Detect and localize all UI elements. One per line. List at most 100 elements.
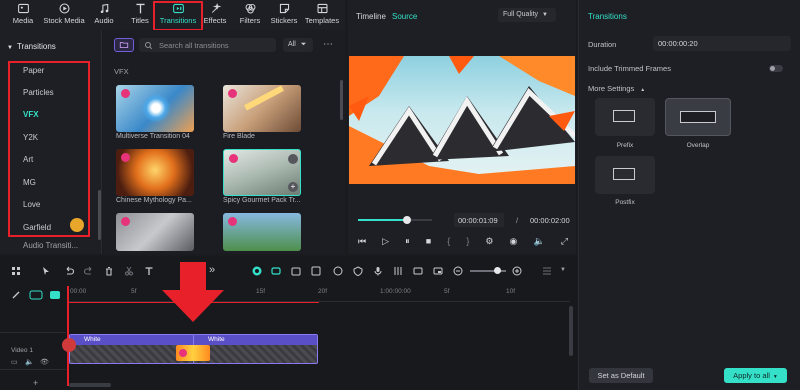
zoom-out-icon[interactable] bbox=[453, 266, 463, 276]
timeline-menu-icon[interactable]: ▼ bbox=[560, 267, 566, 273]
tab-timeline[interactable]: Timeline bbox=[356, 12, 386, 21]
text-tool-icon[interactable] bbox=[144, 266, 154, 276]
more-options-icon[interactable]: ⋯ bbox=[323, 39, 333, 50]
mode-prefix[interactable] bbox=[595, 98, 655, 136]
transition-thumb-multiverse[interactable] bbox=[116, 85, 194, 132]
search-input[interactable]: Search all transitions bbox=[139, 38, 276, 52]
quality-dropdown[interactable]: Full Quality ▼ bbox=[498, 8, 556, 22]
chevron-down-icon: ▼ bbox=[542, 12, 548, 18]
filter-icon: ⏷ bbox=[300, 41, 307, 48]
audio-mixer-icon[interactable] bbox=[393, 266, 403, 276]
tab-templates[interactable]: Templates bbox=[302, 2, 342, 29]
picture-in-picture-icon[interactable] bbox=[433, 266, 443, 276]
ai-filter-button[interactable] bbox=[114, 38, 134, 52]
fullscreen-icon[interactable]: ⤢ bbox=[561, 236, 568, 247]
tab-effects[interactable]: Effects bbox=[202, 2, 228, 29]
media-icon bbox=[17, 3, 29, 14]
scrubber-handle[interactable] bbox=[403, 216, 411, 224]
add-icon[interactable]: + bbox=[288, 182, 298, 192]
filter-dropdown[interactable]: All ⏷ bbox=[283, 38, 313, 52]
tab-titles[interactable]: Titles bbox=[126, 2, 154, 29]
sidebar-header[interactable]: ▼ Transitions bbox=[7, 42, 56, 51]
transition-thumb-5[interactable] bbox=[116, 213, 194, 251]
folder-icon bbox=[119, 42, 129, 48]
grid-scrollbar[interactable] bbox=[340, 80, 343, 120]
select-tool-icon[interactable] bbox=[41, 266, 51, 276]
redo-icon[interactable] bbox=[84, 266, 94, 276]
transitions-grid-panel: Search all transitions All ⏷ ⋯ VFX Multi… bbox=[103, 30, 345, 254]
video-frame-image bbox=[349, 56, 575, 184]
properties-panel: Transitions Duration 00:00:00:20 Include… bbox=[578, 0, 800, 390]
playhead-marker[interactable] bbox=[62, 338, 76, 352]
tab-stickers[interactable]: Stickers bbox=[268, 2, 300, 29]
stop-icon[interactable]: ■ bbox=[426, 236, 431, 247]
layout-icon[interactable] bbox=[11, 266, 21, 276]
zoom-handle[interactable] bbox=[494, 267, 501, 274]
auto-ripple-icon[interactable] bbox=[252, 266, 262, 276]
tab-media[interactable]: Media bbox=[8, 2, 38, 29]
snap-icon[interactable] bbox=[271, 266, 281, 276]
speed-icon[interactable] bbox=[333, 266, 343, 276]
microphone-icon[interactable] bbox=[373, 266, 383, 276]
track-audio-icon[interactable]: 🔈 bbox=[25, 358, 34, 366]
caret-down-icon: ▼ bbox=[7, 45, 13, 51]
video-clip-white-2[interactable]: White bbox=[193, 334, 318, 364]
timeline-panel: » ▼ 00:00 5f 10f 15f 20f 1:00:00:00 5f 1… bbox=[0, 256, 577, 390]
timeline-vertical-scrollbar[interactable] bbox=[569, 306, 573, 356]
apply-to-all-button[interactable]: Apply to all ▼ bbox=[724, 368, 787, 383]
current-time[interactable]: 00:00:01:09 bbox=[454, 213, 504, 227]
ruler-label: 5f bbox=[444, 288, 450, 295]
play-icon[interactable]: ▷ bbox=[382, 236, 389, 247]
mark-out-icon[interactable]: } bbox=[466, 236, 469, 247]
video-preview[interactable] bbox=[349, 56, 575, 184]
track-label: Video 1 bbox=[11, 347, 33, 354]
track-visibility-icon[interactable]: 👁 bbox=[40, 358, 49, 366]
download-icon[interactable] bbox=[288, 154, 298, 164]
duration-input[interactable]: 00:00:00:20 bbox=[653, 36, 791, 51]
chevron-down-icon: ▼ bbox=[772, 374, 778, 380]
transition-label: Chinese Mythology Pa... bbox=[116, 197, 192, 204]
more-settings-label[interactable]: More Settings ▲ bbox=[588, 84, 645, 93]
delete-icon[interactable] bbox=[104, 266, 114, 276]
mode-overlap[interactable] bbox=[665, 98, 731, 136]
tab-filters[interactable]: Filters bbox=[237, 2, 263, 29]
sidebar-item-audio-transitions[interactable]: Audio Transiti... bbox=[23, 241, 78, 250]
transition-thumb-spicy-gourmet[interactable]: + bbox=[223, 149, 301, 196]
transition-thumb-6[interactable] bbox=[223, 213, 301, 251]
preview-quality-icon[interactable] bbox=[413, 266, 423, 276]
set-as-default-button[interactable]: Set as Default bbox=[589, 368, 653, 383]
tab-stock-media[interactable]: Stock Media bbox=[41, 2, 87, 29]
ruler-label: 10f bbox=[506, 288, 516, 295]
undo-icon[interactable] bbox=[64, 266, 74, 276]
snapshot-icon[interactable]: ◉ bbox=[510, 236, 518, 247]
zoom-slider[interactable] bbox=[470, 267, 506, 274]
include-trimmed-label: Include Trimmed Frames bbox=[588, 64, 671, 73]
track-settings-icon[interactable] bbox=[49, 290, 61, 300]
transition-block[interactable] bbox=[176, 345, 210, 361]
mode-postfix[interactable] bbox=[595, 156, 655, 194]
track-add-icon[interactable] bbox=[29, 290, 43, 300]
pause-icon[interactable]: ⏸ bbox=[405, 236, 410, 247]
track-video-icon[interactable]: ▭ bbox=[11, 358, 18, 366]
shield-icon[interactable] bbox=[353, 266, 363, 276]
transition-thumb-fire-blade[interactable] bbox=[223, 85, 301, 132]
transition-thumb-chinese-mythology[interactable] bbox=[116, 149, 194, 196]
zoom-in-icon[interactable] bbox=[512, 266, 522, 276]
scrubber-track[interactable] bbox=[358, 216, 432, 224]
display-settings-icon[interactable]: ⚙ bbox=[485, 236, 493, 247]
marker-icon[interactable] bbox=[291, 266, 301, 276]
sidebar-scrollbar[interactable] bbox=[98, 190, 101, 240]
ai-image-icon[interactable] bbox=[311, 266, 321, 276]
add-track-icon[interactable]: + bbox=[33, 378, 38, 388]
timeline-horizontal-scrollbar[interactable] bbox=[69, 383, 111, 387]
mark-in-icon[interactable]: { bbox=[447, 236, 450, 247]
tab-source[interactable]: Source bbox=[392, 12, 417, 21]
tab-audio[interactable]: Audio bbox=[90, 2, 118, 29]
transition-label: Spicy Gourmet Pack Tr... bbox=[223, 197, 301, 204]
volume-icon[interactable]: 🔈 bbox=[533, 236, 544, 247]
include-trimmed-toggle[interactable] bbox=[769, 65, 783, 72]
grid-view-icon[interactable] bbox=[542, 266, 552, 276]
cut-icon[interactable] bbox=[124, 266, 134, 276]
link-icon[interactable] bbox=[11, 290, 21, 300]
step-back-icon[interactable]: ⏮ bbox=[358, 236, 366, 247]
